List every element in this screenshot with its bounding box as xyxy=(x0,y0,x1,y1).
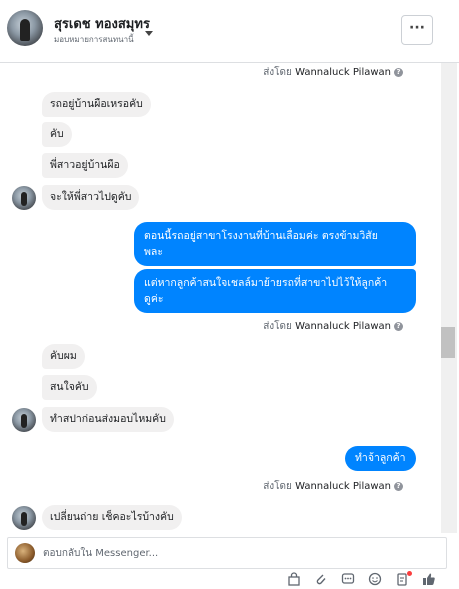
incoming-message: พี่สาวอยู่บ้านผือ xyxy=(42,153,128,178)
reply-input[interactable] xyxy=(43,542,423,564)
reply-composer xyxy=(7,537,447,569)
assign-conversation-label[interactable]: มอบหมายการสนทนานี้ xyxy=(54,33,134,46)
outgoing-message: ทำจ้าลูกค้า xyxy=(345,446,416,471)
info-icon[interactable]: ? xyxy=(394,67,403,77)
incoming-message: คับผม xyxy=(42,344,85,369)
like-icon[interactable] xyxy=(422,572,436,586)
info-icon[interactable]: ? xyxy=(394,481,403,491)
incoming-message: รถอยู่บ้านผือเหรอคับ xyxy=(42,92,151,117)
contact-avatar[interactable] xyxy=(7,10,43,46)
notification-dot xyxy=(407,571,412,576)
outgoing-message: แต่หากลูกค้าสนใจเชลล์มาย้ายรถที่สาขาไปไว… xyxy=(134,269,416,313)
saved-replies-icon[interactable] xyxy=(341,572,355,586)
incoming-message: เปลี่ยนถ่าย เช็คอะไรบ้างคับ xyxy=(42,505,182,530)
composer-toolbar xyxy=(0,570,459,586)
chevron-down-icon[interactable] xyxy=(145,31,153,36)
scrollbar-thumb[interactable] xyxy=(441,327,455,358)
contact-avatar-small xyxy=(12,506,36,530)
info-icon[interactable]: ? xyxy=(394,321,403,331)
contact-name[interactable]: สุรเดช ทองสมุทร xyxy=(54,13,150,34)
shopping-bag-icon[interactable] xyxy=(287,572,301,586)
incoming-message: ทำสปาก่อนส่งมอบไหมคับ xyxy=(42,407,174,432)
contact-avatar-small xyxy=(12,186,36,210)
message-thread: ส่งโดย Wannaluck Pilawan? รถอยู่บ้านผือเ… xyxy=(0,63,459,533)
incoming-message: คับ xyxy=(42,122,72,147)
attachment-icon[interactable] xyxy=(314,572,328,586)
emoji-icon[interactable] xyxy=(368,572,382,586)
scrollbar-track[interactable] xyxy=(441,63,457,533)
sent-by-label: ส่งโดย Wannaluck Pilawan? xyxy=(263,319,403,334)
more-options-button[interactable]: ··· xyxy=(401,15,433,45)
sent-by-label: ส่งโดย Wannaluck Pilawan? xyxy=(263,479,403,494)
sent-by-label: ส่งโดย Wannaluck Pilawan? xyxy=(263,65,403,80)
page-avatar xyxy=(15,543,35,563)
outgoing-message: ตอนนี้รถอยู่สาขาโรงงานที่บ้านเลื่อมค่ะ ต… xyxy=(134,222,416,266)
contact-avatar-small xyxy=(12,408,36,432)
incoming-message: สนใจคับ xyxy=(42,375,97,400)
conversation-header: สุรเดช ทองสมุทร มอบหมายการสนทนานี้ ··· xyxy=(0,0,459,63)
incoming-message: จะให้พี่สาวไปดูคับ xyxy=(42,185,140,210)
